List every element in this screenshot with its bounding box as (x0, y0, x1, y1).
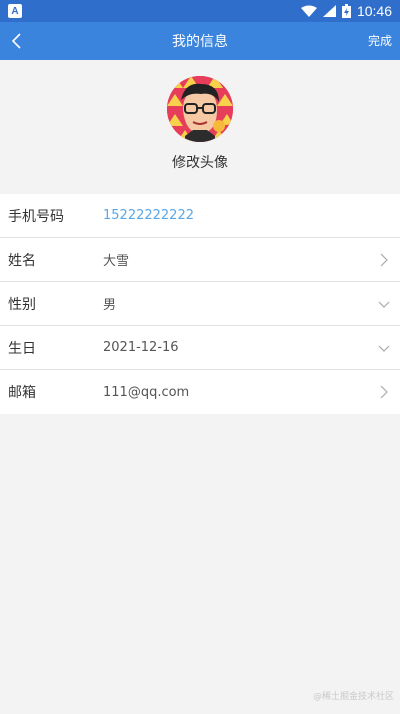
phone-value: 15222222222 (103, 208, 194, 223)
email-value: 111@qq.com (103, 384, 190, 400)
name-row[interactable]: 姓名 大雪 (0, 238, 400, 282)
change-avatar-button[interactable]: 修改头像 (172, 152, 228, 172)
name-value: 大雪 (103, 254, 130, 269)
done-button[interactable]: 完成 (368, 32, 392, 49)
birthday-row[interactable]: 生日 2021-12-16 (0, 326, 400, 370)
chevron-right-icon (380, 385, 388, 399)
email-label: 邮箱 (8, 385, 36, 401)
app-header: 我的信息 完成 (0, 22, 400, 60)
phone-label: 手机号码 (8, 208, 64, 225)
chevron-down-icon (378, 301, 390, 308)
watermark: @稀土掘金技术社区 (312, 692, 394, 702)
birthday-label: 生日 (8, 340, 36, 357)
phone-row[interactable]: 手机号码 15222222222 (0, 194, 400, 238)
avatar-image (167, 76, 233, 142)
gender-value: 男 (103, 298, 117, 313)
wifi-icon (300, 5, 317, 17)
back-chevron-icon[interactable] (10, 31, 24, 51)
status-bar: A 10:46 (0, 0, 400, 22)
name-label: 姓名 (8, 252, 36, 269)
status-icons: 10:46 (300, 3, 392, 19)
birthday-value: 2021-12-16 (103, 340, 179, 355)
info-list: 手机号码 15222222222 姓名 大雪 性别 男 生日 2021-12-1… (0, 194, 400, 414)
gender-label: 性别 (8, 296, 36, 313)
gender-row[interactable]: 性别 男 (0, 282, 400, 326)
status-time: 10:46 (356, 3, 392, 19)
email-row[interactable]: 邮箱 111@qq.com (0, 370, 400, 414)
avatar-section: 修改头像 (0, 60, 400, 194)
chevron-right-icon (380, 253, 388, 267)
signal-icon (322, 5, 336, 17)
chevron-down-icon (378, 345, 390, 352)
page-title: 我的信息 (172, 34, 228, 50)
app-notification-icon: A (8, 4, 22, 18)
battery-charging-icon (341, 4, 351, 18)
avatar[interactable] (167, 76, 233, 142)
